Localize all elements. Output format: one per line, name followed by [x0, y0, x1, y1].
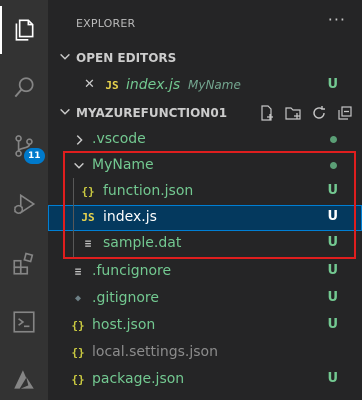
open-editor-item[interactable]: ✕ JS index.js MyName U — [48, 73, 362, 99]
untracked-status: U — [327, 77, 338, 92]
untracked-status: U — [327, 290, 338, 305]
open-editors-section-header[interactable]: OPEN EDITORS — [48, 46, 362, 72]
explorer-header: EXPLORER ··· — [48, 0, 362, 45]
folder-status-dot — [330, 136, 337, 143]
close-editor-icon[interactable]: ✕ — [84, 77, 95, 92]
tree-item-name: .gitignore — [92, 290, 159, 306]
tree-item-name: local.settings.json — [92, 344, 218, 360]
extensions-activity-button[interactable] — [0, 240, 48, 288]
source-control-activity-button[interactable]: 11 — [0, 122, 48, 170]
tree-item-local-settings-json[interactable]: {} local.settings.json — [48, 340, 362, 366]
text-file-icon: ≡ — [74, 265, 82, 278]
tree-item-host-json[interactable]: {} host.json U — [48, 313, 362, 339]
search-activity-button[interactable] — [0, 64, 48, 112]
workspace-title: MYAZUREFUNCTION01 — [76, 106, 228, 120]
search-icon — [14, 77, 34, 98]
new-folder-icon[interactable] — [284, 104, 302, 122]
explorer-activity-button[interactable] — [0, 6, 48, 54]
tree-item-name: host.json — [92, 317, 156, 333]
chevron-down-icon — [60, 53, 70, 60]
terminal-icon — [13, 311, 35, 333]
javascript-file-icon: JS — [105, 79, 119, 92]
chevron-right-icon — [76, 135, 83, 145]
run-debug-icon — [14, 193, 36, 215]
run-debug-activity-button[interactable] — [0, 180, 48, 228]
untracked-status: U — [327, 263, 338, 278]
tree-item-package-json[interactable]: {} package.json U — [48, 367, 362, 393]
tree-item-vscode[interactable]: .vscode — [48, 127, 362, 153]
collapse-all-icon[interactable] — [336, 104, 354, 122]
chevron-down-icon — [60, 108, 70, 115]
tree-item-funcignore[interactable]: ≡ .funcignore U — [48, 259, 362, 285]
azure-activity-button[interactable] — [0, 356, 48, 400]
json-file-icon: {} — [71, 319, 85, 332]
scm-changes-badge: 11 — [24, 148, 45, 164]
new-file-icon[interactable] — [258, 104, 276, 122]
open-editors-title: OPEN EDITORS — [76, 51, 177, 65]
json-file-icon: {} — [71, 346, 85, 359]
json-file-icon: {} — [71, 373, 85, 386]
workspace-section-header[interactable]: MYAZUREFUNCTION01 — [48, 101, 362, 127]
tree-item-name: package.json — [92, 371, 185, 387]
open-editor-name: index.js — [126, 77, 181, 93]
tree-item-gitignore[interactable]: ◆ .gitignore U — [48, 286, 362, 312]
tree-item-name: .funcignore — [92, 263, 172, 279]
untracked-status: U — [327, 371, 338, 386]
extensions-icon — [13, 252, 34, 275]
git-file-icon: ◆ — [74, 293, 82, 304]
azure-icon — [14, 370, 34, 389]
untracked-status: U — [327, 317, 338, 332]
refresh-icon[interactable] — [310, 104, 328, 122]
remote-explorer-activity-button[interactable] — [0, 298, 48, 346]
tree-item-name: .vscode — [92, 131, 146, 147]
annotation-highlight-box — [63, 151, 356, 259]
files-icon — [15, 19, 34, 41]
open-editor-folder: MyName — [188, 78, 241, 92]
activity-bar: 11 — [0, 0, 48, 400]
explorer-title: EXPLORER — [76, 17, 136, 30]
more-actions-icon[interactable]: ··· — [328, 10, 346, 29]
